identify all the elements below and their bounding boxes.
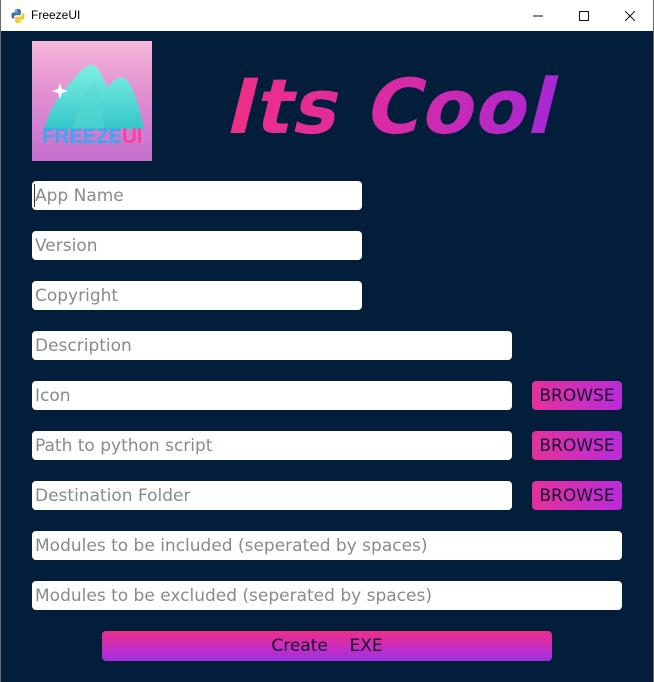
- text-caret: [34, 184, 35, 207]
- version-input[interactable]: [32, 231, 362, 260]
- minimize-button[interactable]: [515, 0, 561, 31]
- title-bar[interactable]: FreezeUI: [1, 0, 653, 31]
- maximize-icon: [579, 10, 589, 21]
- browse-destination-button[interactable]: BROWSE: [532, 481, 622, 510]
- python-icon: [10, 8, 26, 24]
- window-title: FreezeUI: [31, 8, 81, 22]
- script-path-input[interactable]: [32, 431, 512, 460]
- browse-script-button[interactable]: BROWSE: [532, 431, 622, 460]
- close-button[interactable]: [607, 0, 653, 31]
- hero-banner: Its Cool: [226, 67, 569, 147]
- app-name-input[interactable]: [32, 181, 362, 210]
- main-panel: FREEZEUI Its Cool BROWSE BROWSE BROWSE: [1, 31, 653, 682]
- modules-excluded-input[interactable]: [32, 581, 622, 610]
- browse-icon-button[interactable]: BROWSE: [532, 381, 622, 410]
- hero-text: Its Cool: [226, 67, 569, 147]
- close-icon: [625, 10, 635, 21]
- app-window: FreezeUI FREEZEUI Its Cool App Name Vers…: [0, 0, 654, 682]
- freezeui-logo: FREEZEUI: [32, 41, 152, 161]
- minimize-icon: [533, 15, 543, 16]
- create-exe-button[interactable]: Create EXE: [102, 631, 552, 661]
- maximize-button[interactable]: [561, 0, 607, 31]
- logo-wordmark: FREEZEUI: [42, 125, 142, 148]
- copyright-input[interactable]: [32, 281, 362, 310]
- destination-folder-input[interactable]: [32, 481, 512, 510]
- icon-path-input[interactable]: [32, 381, 512, 410]
- modules-included-input[interactable]: [32, 531, 622, 560]
- description-input[interactable]: [32, 331, 512, 360]
